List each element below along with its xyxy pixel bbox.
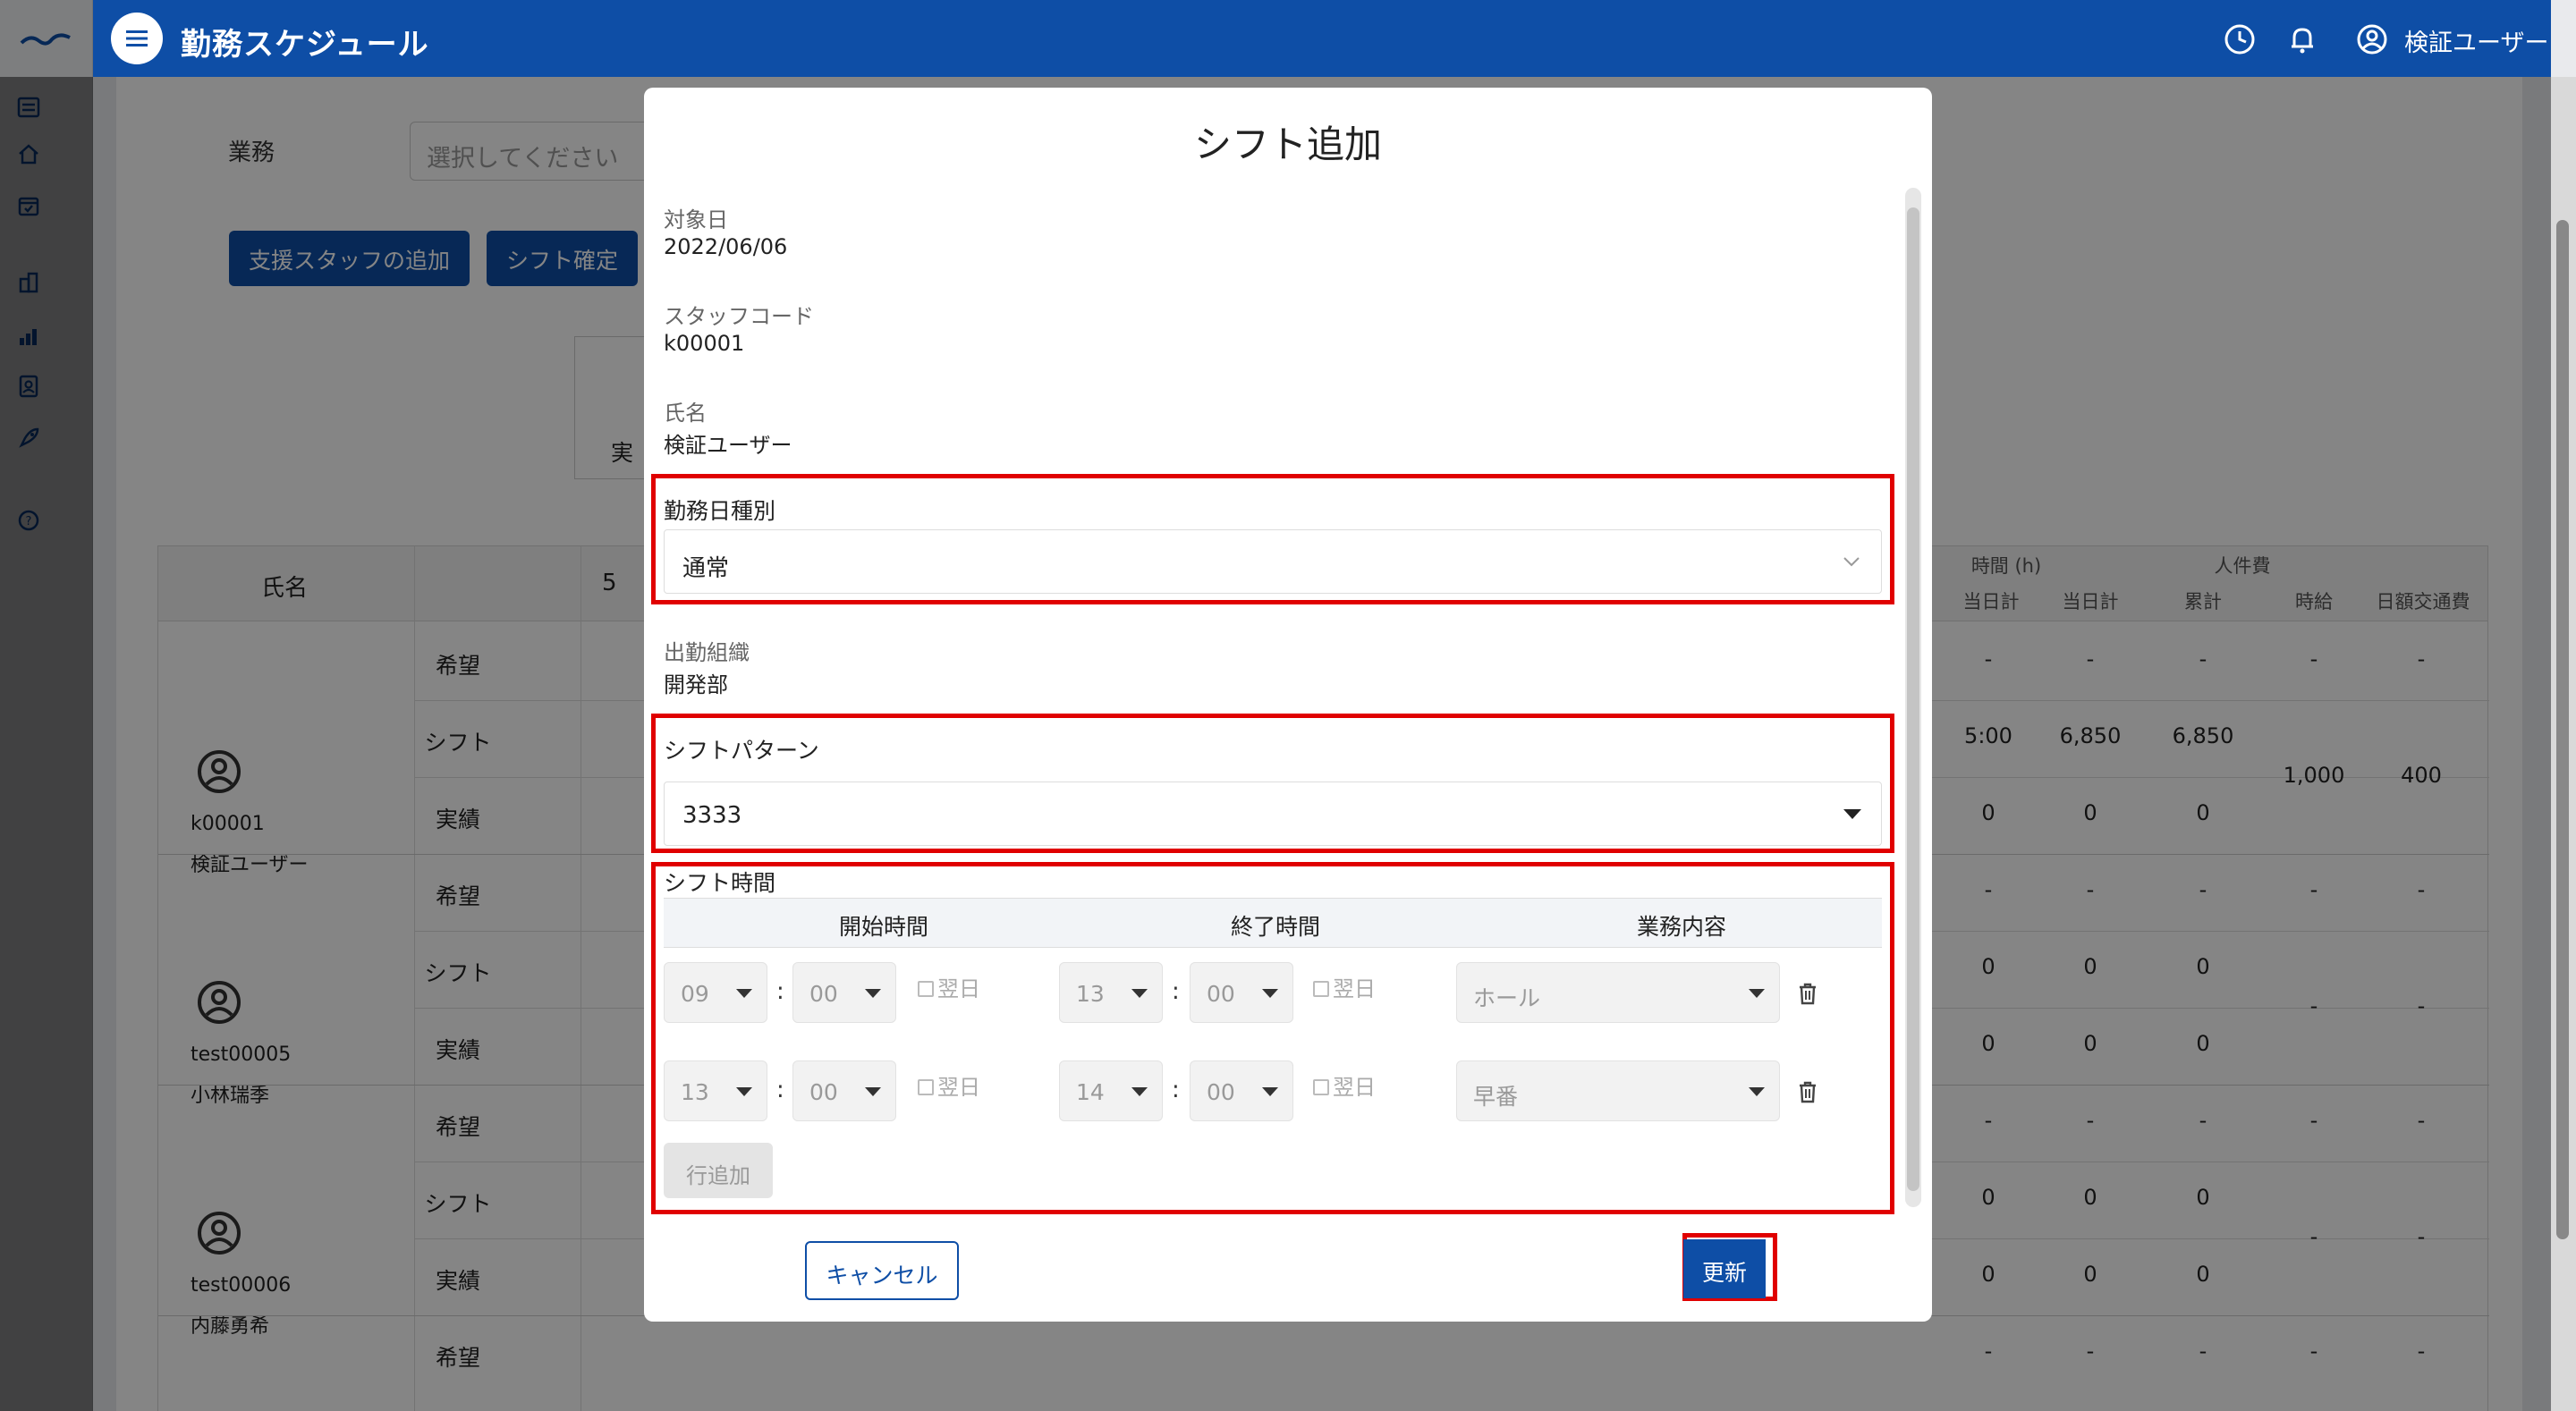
- dropdown-caret-icon: [1749, 989, 1765, 998]
- checkbox-icon: [918, 1079, 934, 1095]
- dropdown-caret-icon: [865, 1087, 881, 1096]
- start-time-header: 開始時間: [839, 914, 929, 940]
- start-minute-value: 00: [809, 981, 838, 1007]
- trash-icon[interactable]: [1794, 980, 1821, 1007]
- checkbox-icon: [918, 981, 934, 997]
- dropdown-caret-icon: [1262, 1087, 1278, 1096]
- cancel-button[interactable]: キャンセル: [805, 1241, 959, 1300]
- next-day-checkbox[interactable]: 翌日: [918, 1069, 980, 1101]
- user-name[interactable]: 検証ユーザー: [2404, 23, 2548, 58]
- shift-time-header: 開始時間 終了時間 業務内容: [664, 898, 1882, 948]
- dropdown-caret-icon: [1843, 809, 1861, 819]
- bell-icon[interactable]: [2284, 21, 2320, 57]
- chevron-down-icon: [1843, 557, 1860, 567]
- shift-time-label: シフト時間: [664, 870, 776, 896]
- dropdown-caret-icon: [865, 989, 881, 998]
- time-colon: :: [1172, 978, 1180, 1005]
- user-circle-icon[interactable]: [2354, 21, 2390, 57]
- dropdown-caret-icon: [736, 1087, 752, 1096]
- staff-code-label: スタッフコード: [664, 304, 814, 329]
- end-hour-value: 13: [1076, 981, 1105, 1007]
- page-scrollbar[interactable]: [2551, 77, 2576, 1411]
- end-hour-value: 14: [1076, 1079, 1105, 1105]
- end-minute-select[interactable]: 00: [1190, 1060, 1293, 1121]
- dropdown-caret-icon: [736, 989, 752, 998]
- shift-pattern-label: シフトパターン: [664, 738, 819, 764]
- dropdown-caret-icon: [1749, 1087, 1765, 1096]
- shift-add-dialog: シフト追加 対象日 2022/06/06 スタッフコード k00001 氏名 検…: [644, 88, 1932, 1322]
- target-date-label: 対象日: [664, 207, 728, 232]
- org-label: 出勤組織: [664, 640, 750, 665]
- dropdown-caret-icon: [1131, 1087, 1148, 1096]
- menu-button[interactable]: [111, 13, 163, 64]
- dialog-scrollbar[interactable]: [1905, 188, 1921, 1207]
- next-day-label: 翌日: [1333, 976, 1376, 1001]
- shift-pattern-select[interactable]: 3333: [664, 782, 1882, 846]
- next-day-checkbox[interactable]: 翌日: [1313, 971, 1376, 1002]
- work-content-select[interactable]: 早番: [1456, 1060, 1780, 1121]
- dropdown-caret-icon: [1131, 989, 1148, 998]
- dialog-title: シフト追加: [1193, 123, 1382, 166]
- work-day-type-select[interactable]: 通常: [664, 529, 1882, 594]
- start-minute-select[interactable]: 00: [792, 1060, 896, 1121]
- start-minute-select[interactable]: 00: [792, 962, 896, 1023]
- clock-icon[interactable]: [2222, 21, 2258, 57]
- work-content-value: 早番: [1473, 1084, 1519, 1110]
- start-hour-value: 13: [681, 1079, 709, 1105]
- work-content-value: ホール: [1473, 985, 1541, 1011]
- staff-code-value: k00001: [664, 331, 745, 356]
- end-minute-select[interactable]: 00: [1190, 962, 1293, 1023]
- checkbox-icon: [1313, 1079, 1329, 1095]
- rail-backdrop: [0, 0, 93, 1411]
- name-value: 検証ユーザー: [664, 433, 792, 458]
- next-day-label: 翌日: [937, 976, 980, 1001]
- start-hour-value: 09: [681, 981, 709, 1007]
- next-day-label: 翌日: [1333, 1075, 1376, 1100]
- checkbox-icon: [1313, 981, 1329, 997]
- app-header: 勤務スケジュール 検証ユーザー: [93, 0, 2551, 77]
- app-title: 勤務スケジュール: [181, 27, 429, 63]
- start-minute-value: 00: [809, 1079, 838, 1105]
- end-hour-select[interactable]: 13: [1059, 962, 1163, 1023]
- next-day-checkbox[interactable]: 翌日: [1313, 1069, 1376, 1101]
- org-value: 開発部: [664, 672, 728, 697]
- target-date-value: 2022/06/06: [664, 234, 788, 259]
- page-scrollbar-thumb[interactable]: [2556, 220, 2569, 1239]
- shift-pattern-value: 3333: [682, 802, 742, 829]
- end-minute-value: 00: [1207, 1079, 1235, 1105]
- name-label: 氏名: [664, 401, 707, 426]
- add-row-button[interactable]: 行追加: [664, 1143, 773, 1198]
- work-day-type-label: 勤務日種別: [664, 498, 776, 524]
- time-colon: :: [1172, 1077, 1180, 1103]
- end-time-header: 終了時間: [1231, 914, 1321, 940]
- time-colon: :: [776, 978, 784, 1005]
- start-hour-select[interactable]: 13: [664, 1060, 767, 1121]
- end-hour-select[interactable]: 14: [1059, 1060, 1163, 1121]
- work-content-select[interactable]: ホール: [1456, 962, 1780, 1023]
- end-minute-value: 00: [1207, 981, 1235, 1007]
- time-colon: :: [776, 1077, 784, 1103]
- work-day-type-value: 通常: [682, 555, 730, 582]
- dropdown-caret-icon: [1262, 989, 1278, 998]
- menu-icon: [126, 30, 148, 46]
- start-hour-select[interactable]: 09: [664, 962, 767, 1023]
- trash-icon[interactable]: [1794, 1078, 1821, 1105]
- update-button[interactable]: 更新: [1683, 1239, 1766, 1298]
- dialog-scrollbar-thumb[interactable]: [1907, 207, 1919, 1191]
- work-content-header: 業務内容: [1637, 914, 1727, 940]
- next-day-checkbox[interactable]: 翌日: [918, 971, 980, 1002]
- next-day-label: 翌日: [937, 1075, 980, 1100]
